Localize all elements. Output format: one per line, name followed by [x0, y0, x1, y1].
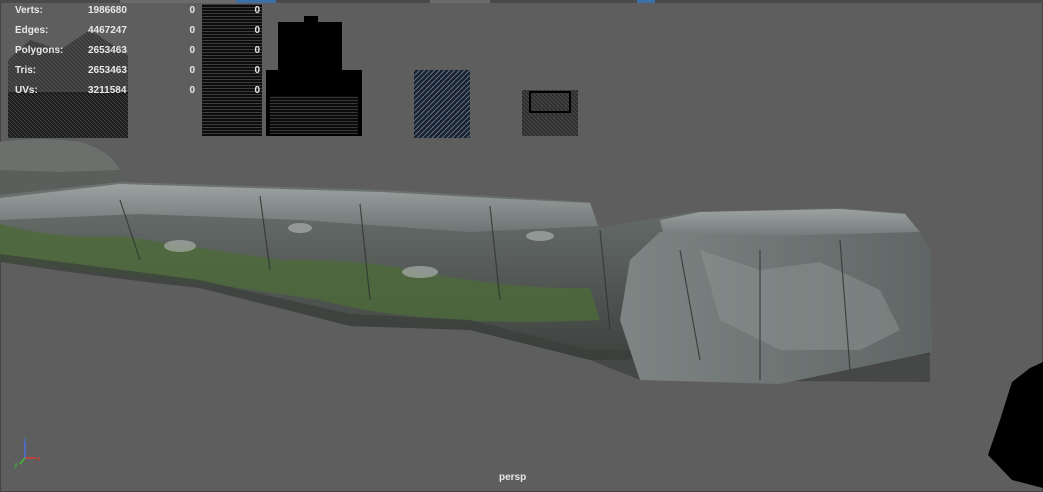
hud-selected-count: 0	[189, 85, 195, 96]
hud-label: Edges:	[15, 25, 49, 36]
background-object-5[interactable]	[522, 90, 578, 136]
axis-gizmo-icon: z x y	[14, 437, 41, 469]
hud-label: Tris:	[15, 65, 37, 76]
camera-label: persp	[499, 472, 527, 483]
hud-label: UVs:	[15, 85, 38, 96]
y-axis-label: y	[14, 462, 18, 469]
hud-scene-count: 2653463	[88, 65, 127, 76]
hud-scene-count: 3211584	[88, 85, 127, 96]
x-axis-label: x	[37, 456, 41, 463]
hud-scene-count: 2653463	[88, 45, 127, 56]
hud-uv-count: 0	[254, 65, 260, 76]
hud-selected-count: 0	[189, 5, 195, 16]
z-axis-label: z	[23, 437, 27, 444]
hud-uv-count: 0	[254, 85, 260, 96]
hud-label: Polygons:	[15, 45, 64, 56]
hud-uv-count: 0	[254, 45, 260, 56]
viewport-panel[interactable]: Verts: 1986680 0 0 Edges: 4467247 0 0 Po…	[0, 0, 1043, 492]
hud-scene-count: 4467247	[88, 25, 127, 36]
hud-selected-count: 0	[189, 45, 195, 56]
background-object-4[interactable]	[414, 70, 470, 138]
background-object-3[interactable]	[266, 16, 362, 136]
foreground-object[interactable]	[988, 362, 1043, 488]
hud-uv-count: 0	[254, 25, 260, 36]
scene-canvas[interactable]	[0, 0, 1043, 492]
hud-uv-count: 0	[254, 5, 260, 16]
y-axis-line	[19, 457, 26, 465]
rock-wall-model[interactable]	[0, 139, 932, 384]
hud-scene-count: 1986680	[88, 5, 127, 16]
hud-label: Verts:	[15, 5, 43, 16]
hud-selected-count: 0	[189, 65, 195, 76]
hud-selected-count: 0	[189, 25, 195, 36]
